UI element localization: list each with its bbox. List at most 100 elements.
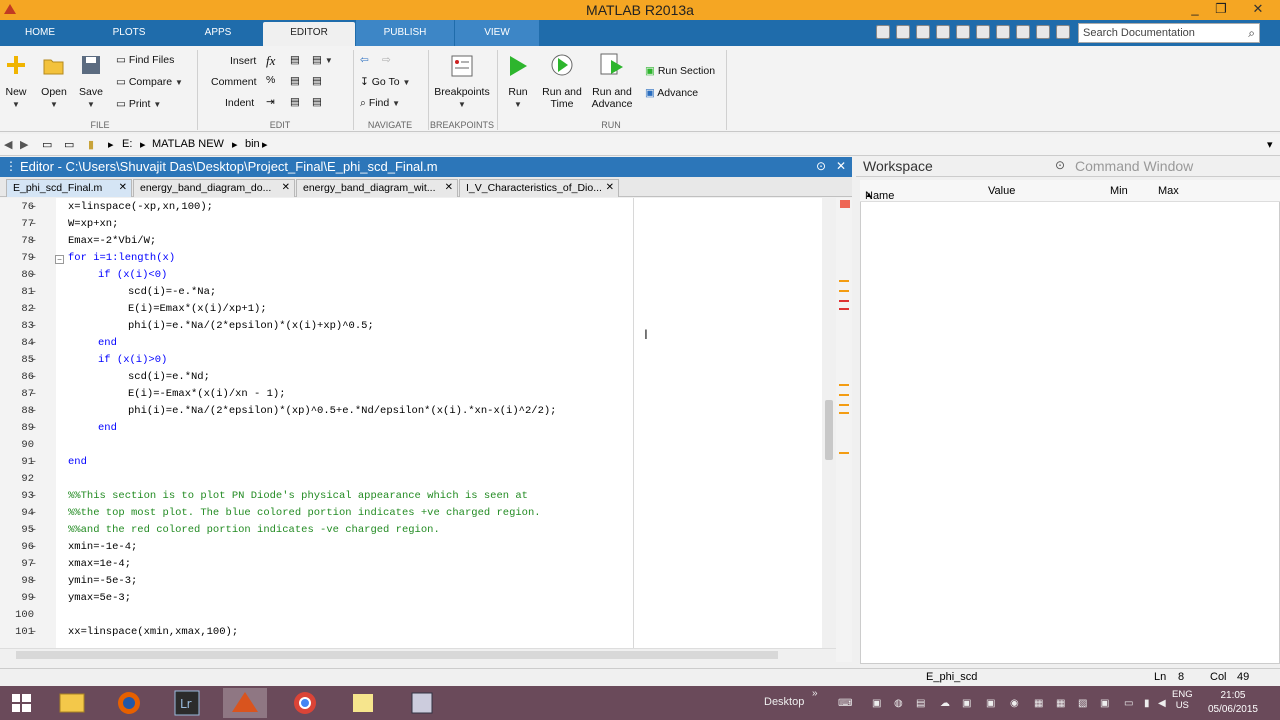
executable-line-marker[interactable]: – [30, 235, 36, 247]
keyboard-icon[interactable]: ⌨ [838, 698, 852, 709]
advance-button[interactable]: ▣ Advance [645, 87, 698, 99]
shortcuts-icon[interactable] [876, 25, 890, 39]
tray-app-icon[interactable]: ▦ [1034, 698, 1043, 709]
executable-line-marker[interactable]: – [30, 252, 36, 264]
find-files-button[interactable]: ▭ Find Files [116, 54, 174, 66]
executable-line-marker[interactable]: – [30, 286, 36, 298]
open-button[interactable]: Open ▼ [38, 86, 70, 110]
tray-app-icon[interactable]: ▣ [986, 698, 995, 709]
code-line[interactable]: phi(i)=e.*Na/(2*epsilon)*(x(i)+xp)^0.5; [128, 320, 374, 332]
warning-mark[interactable] [839, 412, 849, 414]
error-mark[interactable] [839, 308, 849, 310]
code-line[interactable]: end [68, 456, 87, 468]
tab-home[interactable]: HOME [14, 20, 66, 46]
back-nav-icon[interactable]: ◀ [4, 138, 12, 151]
editor-actions-icon[interactable]: ⊙ [816, 159, 826, 173]
code-line[interactable]: end [98, 337, 117, 349]
code-line[interactable]: E(i)=-Emax*(x(i)/xn - 1); [128, 388, 286, 400]
code-line[interactable]: scd(i)=-e.*Na; [128, 286, 216, 298]
forward-nav-icon[interactable]: ▶ [20, 138, 28, 151]
new-button[interactable]: New ▼ [2, 86, 30, 110]
col-value[interactable]: Value [988, 185, 1015, 197]
print-button[interactable]: ▭ Print ▼ [116, 98, 161, 110]
search-documentation-input[interactable]: Search Documentation ⌕ [1078, 23, 1260, 43]
file-tab-iv-characteristics[interactable]: I_V_Characteristics_of_Dio... ✕ [459, 179, 619, 197]
executable-line-marker[interactable]: – [30, 354, 36, 366]
code-line[interactable]: xmin=-1e-4; [68, 541, 137, 553]
code-line[interactable]: W=xp+xn; [68, 218, 118, 230]
tab-publish[interactable]: PUBLISH [356, 20, 454, 46]
help-icon[interactable] [1056, 25, 1070, 39]
toolbar-chevron-icon[interactable]: » [812, 688, 818, 699]
run-button[interactable]: Run ▼ [503, 86, 533, 110]
increase-indent-icon[interactable]: ▤ [290, 96, 300, 108]
tray-app-icon[interactable]: ◉ [1010, 698, 1019, 709]
executable-line-marker[interactable]: – [30, 303, 36, 315]
find-button[interactable]: ⌕ Find ▼ [360, 97, 400, 110]
indent-button[interactable]: Indent [225, 97, 254, 109]
executable-line-marker[interactable]: – [30, 558, 36, 570]
tab-plots[interactable]: PLOTS [98, 20, 160, 46]
decrease-indent-icon[interactable]: ▤ [312, 96, 322, 108]
address-dropdown-icon[interactable]: ▾ [1267, 138, 1273, 151]
path-folder-bin[interactable]: bin [245, 138, 260, 150]
executable-line-marker[interactable]: – [30, 507, 36, 519]
path-folder-matlab-new[interactable]: MATLAB NEW [152, 138, 224, 150]
back-arrow-icon[interactable]: ⇦ [360, 54, 369, 66]
code-line[interactable]: E(i)=Emax*(x(i)/xp+1); [128, 303, 267, 315]
sticky-notes-icon[interactable] [341, 688, 385, 718]
cut-icon[interactable] [916, 25, 930, 39]
comment-button[interactable]: Comment [211, 76, 257, 88]
executable-line-marker[interactable]: – [30, 405, 36, 417]
firefox-icon[interactable] [107, 688, 151, 718]
warning-mark[interactable] [839, 290, 849, 292]
recorder-icon[interactable] [400, 688, 444, 718]
col-min[interactable]: Min [1110, 185, 1128, 197]
executable-line-marker[interactable]: – [30, 524, 36, 536]
wrap-comment-icon[interactable]: ▤ [290, 75, 300, 87]
workspace-title[interactable]: Workspace [863, 158, 933, 174]
command-window-tab[interactable]: Command Window [1075, 158, 1193, 174]
tray-app-icon[interactable]: ▣ [1100, 698, 1109, 709]
matlab-taskbar-icon[interactable] [223, 688, 267, 718]
code-line[interactable]: if (x(i)<0) [98, 269, 167, 281]
fold-toggle-icon[interactable]: − [55, 255, 64, 264]
warning-mark[interactable] [839, 280, 849, 282]
executable-line-marker[interactable]: – [30, 541, 36, 553]
executable-line-marker[interactable]: – [30, 490, 36, 502]
code-line[interactable]: ymax=5e-3; [68, 592, 131, 604]
code-line[interactable]: %%This section is to plot PN Diode's phy… [68, 490, 528, 502]
executable-line-marker[interactable]: – [30, 269, 36, 281]
executable-line-marker[interactable]: – [30, 337, 36, 349]
executable-line-marker[interactable]: – [30, 388, 36, 400]
insert-more-icon[interactable]: ▤ ▼ [312, 54, 333, 66]
clock[interactable]: 21:05 05/06/2015 [1208, 689, 1258, 717]
fx-button[interactable]: fx [266, 53, 275, 69]
indent-icon[interactable]: ⇥ [266, 96, 275, 108]
tab-apps[interactable]: APPS [190, 20, 246, 46]
warning-mark[interactable] [839, 394, 849, 396]
insert-section-icon[interactable]: ▤ [290, 54, 300, 66]
chrome-icon[interactable] [283, 688, 327, 718]
switch-windows-icon[interactable] [1016, 25, 1030, 39]
executable-line-marker[interactable]: – [30, 626, 36, 638]
executable-line-marker[interactable]: – [30, 218, 36, 230]
paste-icon[interactable] [956, 25, 970, 39]
file-tab-energy-band-do[interactable]: energy_band_diagram_do... ✕ [133, 179, 295, 197]
redo-icon[interactable] [996, 25, 1010, 39]
search-icon[interactable]: ⌕ [1248, 26, 1255, 41]
code-line[interactable]: ymin=-5e-3; [68, 575, 137, 587]
executable-line-marker[interactable]: – [30, 592, 36, 604]
tray-app-icon[interactable]: ▧ [1078, 698, 1087, 709]
tab-view[interactable]: VIEW [455, 20, 539, 46]
help-question-icon[interactable] [1036, 25, 1050, 39]
maximize-button[interactable]: ❐ [1208, 0, 1234, 20]
code-line[interactable]: Emax=-2*Vbi/W; [68, 235, 156, 247]
file-explorer-icon[interactable] [50, 688, 94, 718]
executable-line-marker[interactable]: – [30, 201, 36, 213]
run-and-advance-button[interactable]: Run and Advance [588, 86, 636, 110]
warning-mark[interactable] [839, 404, 849, 406]
warning-mark[interactable] [839, 384, 849, 386]
code-editor[interactable]: 76–77–78–79–80–81–82–83–84–85–86–87–88–8… [0, 198, 836, 648]
analyzer-status-indicator[interactable] [840, 200, 850, 208]
